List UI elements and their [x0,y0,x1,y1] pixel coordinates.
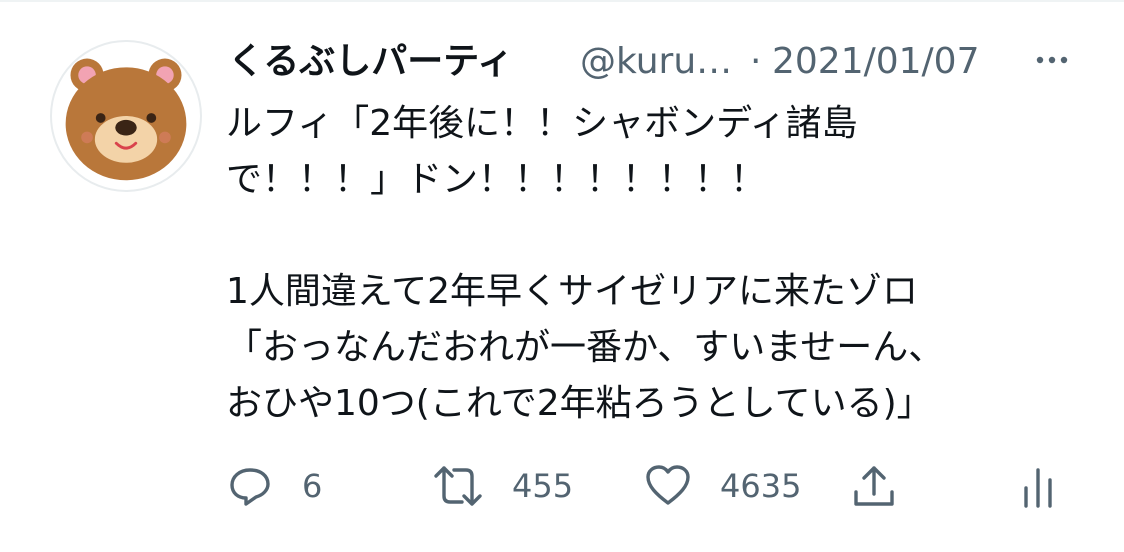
bear-avatar-icon [65,58,187,181]
analytics-button[interactable] [1014,458,1062,514]
reply-count: 6 [302,467,323,505]
share-button[interactable] [850,458,898,514]
like-count: 4635 [720,467,802,505]
more-dots-icon[interactable] [1028,36,1076,84]
tweet-text: ルフィ「2年後に！！シャボンディ諸島 で！！！」ドン！！！！！！！！ 1人間違え… [226,103,945,424]
heart-icon [646,465,690,505]
reply-icon [230,468,270,506]
retweet-button[interactable]: 455 [432,458,573,514]
tweet-header: くるぶしパーティ @kuru… · 2021/01/07 [228,38,1088,86]
avatar[interactable] [50,40,202,192]
timestamp[interactable]: 2021/01/07 [772,38,980,86]
share-icon [854,466,894,506]
retweet-count: 455 [512,467,574,505]
header-separator: · [750,41,762,82]
like-button[interactable]: 4635 [644,458,801,514]
analytics-icon [1024,468,1052,508]
display-name[interactable]: くるぶしパーティ [228,38,513,86]
tweet[interactable]: くるぶしパーティ @kuru… · 2021/01/07 ルフィ「2年後に！！シ… [0,0,1124,552]
tweet-actions: 6 455 4635 [226,458,1076,514]
reply-button[interactable]: 6 [226,458,322,514]
user-handle[interactable]: @kuru… [580,38,732,86]
retweet-icon [434,466,482,506]
